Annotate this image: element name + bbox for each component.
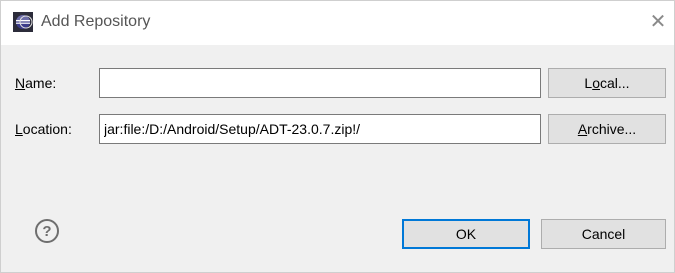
cancel-button[interactable]: Cancel xyxy=(541,219,666,249)
local-button[interactable]: Lo cal... xyxy=(548,68,666,98)
close-icon[interactable]: ✕ xyxy=(647,11,669,33)
archive-button-mnemonic: A xyxy=(577,121,588,137)
location-label-text: ocation: xyxy=(22,121,72,137)
dialog-title: Add Repository xyxy=(41,13,151,30)
local-button-label-pre: L xyxy=(584,75,593,91)
location-label: Location: xyxy=(15,120,72,138)
add-repository-dialog: Add Repository ✕ Name: Lo cal... Location… xyxy=(0,0,675,273)
archive-button[interactable]: Archive... xyxy=(548,114,666,144)
location-input[interactable] xyxy=(99,114,541,144)
ok-button[interactable]: OK xyxy=(402,219,530,249)
title-bar: Add Repository ✕ xyxy=(1,1,674,45)
eclipse-icon xyxy=(13,12,33,32)
archive-button-label: rchive... xyxy=(587,121,637,137)
name-label-mnemonic: N xyxy=(15,75,26,91)
name-label-text: ame: xyxy=(25,75,57,91)
local-button-mnemonic: o xyxy=(592,75,600,91)
local-button-label-post: cal... xyxy=(600,75,630,91)
name-input[interactable] xyxy=(99,68,541,98)
help-icon[interactable]: ? xyxy=(35,219,59,243)
location-label-mnemonic: L xyxy=(15,121,23,137)
name-label: Name: xyxy=(15,74,56,92)
